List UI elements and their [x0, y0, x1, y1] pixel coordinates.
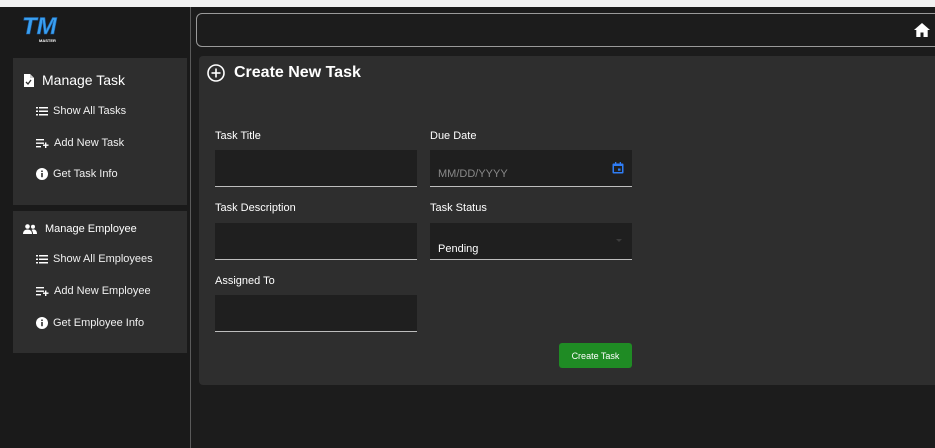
due-date-label: Due Date: [430, 130, 477, 142]
sidebar: TM MASTER Manage Task Show All Tasks Add…: [0, 7, 191, 448]
add-new-task-link[interactable]: Add New Task: [36, 137, 124, 149]
playlist-add-icon: [36, 286, 49, 296]
get-task-info-link[interactable]: Get Task Info: [36, 168, 118, 180]
task-description-input[interactable]: [215, 223, 417, 260]
manage-task-panel: Manage Task Show All Tasks Add New Task …: [13, 58, 187, 205]
app-logo[interactable]: TM MASTER: [22, 12, 64, 44]
add-new-task-label: Add New Task: [54, 137, 125, 149]
get-employee-info-label: Get Employee Info: [53, 317, 145, 329]
assigned-to-input[interactable]: [215, 295, 417, 332]
browser-top-strip: [0, 0, 935, 7]
logo-icon: TM MASTER: [22, 13, 58, 43]
svg-text:MASTER: MASTER: [39, 38, 56, 43]
list-icon: [36, 106, 48, 116]
assigned-to-label: Assigned To: [215, 275, 275, 287]
task-status-value: Pending: [438, 243, 479, 255]
task-status-select[interactable]: Pending: [430, 223, 632, 260]
due-date-input[interactable]: MM/DD/YYYY: [430, 150, 632, 187]
task-status-label: Task Status: [430, 202, 487, 214]
manage-employee-title: Manage Employee: [45, 223, 137, 235]
info-icon: [36, 168, 48, 180]
add-circle-icon: [207, 64, 225, 82]
show-all-tasks-link[interactable]: Show All Tasks: [36, 105, 126, 117]
task-title-label: Task Title: [215, 130, 261, 142]
task-file-icon: [23, 73, 34, 87]
manage-task-heading: Manage Task: [23, 72, 125, 88]
form-heading: Create New Task: [207, 64, 361, 82]
add-new-employee-label: Add New Employee: [54, 285, 151, 297]
due-date-placeholder: MM/DD/YYYY: [438, 168, 508, 180]
task-description-label: Task Description: [215, 202, 296, 214]
create-task-card: Create New Task Task Title Due Date MM/D…: [199, 56, 935, 385]
manage-employee-heading: Manage Employee: [23, 223, 137, 235]
show-all-tasks-label: Show All Tasks: [53, 105, 127, 117]
home-icon[interactable]: [914, 22, 930, 38]
manage-task-title: Manage Task: [42, 72, 126, 88]
chevron-down-icon: [616, 239, 622, 242]
get-task-info-label: Get Task Info: [53, 168, 118, 180]
task-title-input[interactable]: [215, 150, 417, 187]
add-new-employee-link[interactable]: Add New Employee: [36, 285, 151, 297]
header-bar: [196, 13, 935, 47]
get-employee-info-link[interactable]: Get Employee Info: [36, 317, 144, 329]
show-all-employees-label: Show All Employees: [53, 253, 153, 265]
info-icon: [36, 317, 48, 329]
create-task-button[interactable]: Create Task: [559, 343, 632, 368]
manage-employee-panel: Manage Employee Show All Employees Add N…: [13, 211, 187, 353]
svg-text:TM: TM: [22, 13, 58, 40]
playlist-add-icon: [36, 138, 49, 148]
list-icon: [36, 254, 48, 264]
people-icon: [23, 224, 37, 234]
calendar-icon[interactable]: [612, 162, 624, 174]
form-title: Create New Task: [234, 64, 361, 81]
show-all-employees-link[interactable]: Show All Employees: [36, 253, 153, 265]
